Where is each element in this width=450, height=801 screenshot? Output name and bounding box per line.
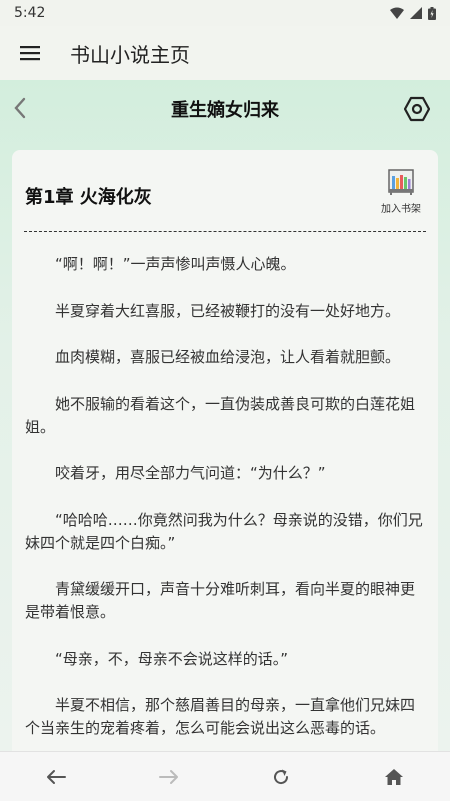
status-time: 5:42	[14, 5, 46, 21]
menu-button[interactable]	[0, 26, 60, 80]
app-bar: 书山小说主页	[0, 26, 450, 80]
chapter-content-card: 第1章 火海化灰 加入书架 “啊！啊！”一声声惨叫声慑人心魄。 半夏穿着大红喜服…	[12, 150, 438, 751]
nav-forward-button[interactable]	[149, 757, 189, 797]
bookshelf-icon	[388, 169, 414, 195]
battery-icon	[428, 6, 436, 20]
book-title: 重生嫡女归来	[171, 100, 279, 121]
app-title: 书山小说主页	[70, 42, 190, 67]
chapter-title: 第1章 火海化灰	[25, 187, 152, 208]
nav-refresh-button[interactable]	[261, 757, 301, 797]
status-bar: 5:42	[0, 0, 450, 26]
chapter-text: “啊！啊！”一声声惨叫声慑人心魄。 半夏穿着大红喜服，已经被鞭打的没有一处好地方…	[25, 253, 427, 751]
arrow-left-icon	[47, 769, 67, 784]
wifi-icon	[390, 7, 404, 19]
paragraph: 她不服输的看着这个，一直伪装成善良可欺的白莲花姐姐。	[25, 394, 416, 436]
add-to-bookshelf-button[interactable]: 加入书架	[376, 168, 426, 220]
status-icons	[390, 6, 436, 20]
nav-home-button[interactable]	[374, 757, 414, 797]
refresh-icon	[274, 769, 289, 784]
nav-back-button[interactable]	[36, 757, 76, 797]
paragraph: 血肉模糊，喜服已经被血给浸泡，让人看着就胆颤。	[55, 348, 401, 366]
signal-icon	[410, 7, 422, 19]
divider	[24, 231, 426, 232]
chevron-left-icon	[14, 97, 26, 119]
paragraph: “啊！啊！”一声声惨叫声慑人心魄。	[55, 255, 296, 273]
paragraph: “哈哈哈……你竟然问我为什么？母亲说的没错，你们兄妹四个就是四个白痴。”	[25, 510, 423, 552]
home-icon	[384, 768, 403, 785]
hexagon-settings-icon	[404, 96, 430, 122]
paragraph: 青黛缓缓开口，声音十分难听刺耳，看向半夏的眼神更是带着恨意。	[25, 580, 416, 621]
paragraph: 半夏不相信，那个慈眉善目的母亲，一直拿他们兄妹四个当亲生的宠着疼着，怎么可能会说…	[25, 696, 416, 737]
paragraph: “母亲，不，母亲不会说这样的话。”	[55, 649, 289, 668]
bookshelf-label: 加入书架	[381, 204, 421, 215]
arrow-right-icon	[158, 769, 178, 784]
settings-button[interactable]	[400, 92, 434, 126]
paragraph: 咬着牙，用尽全部力气问道：“为什么？”	[55, 464, 326, 482]
back-button[interactable]	[4, 92, 36, 124]
hamburger-menu-icon	[20, 46, 40, 61]
paragraph: 半夏穿着大红喜服，已经被鞭打的没有一处好地方。	[55, 301, 401, 320]
bottom-navigation-bar	[0, 751, 450, 801]
reader-header: 重生嫡女归来	[0, 80, 450, 138]
reader-view: 重生嫡女归来 第1章 火海化灰 加入书架 “啊！啊！”一声声惨叫声慑人心魄。 半…	[0, 80, 450, 751]
